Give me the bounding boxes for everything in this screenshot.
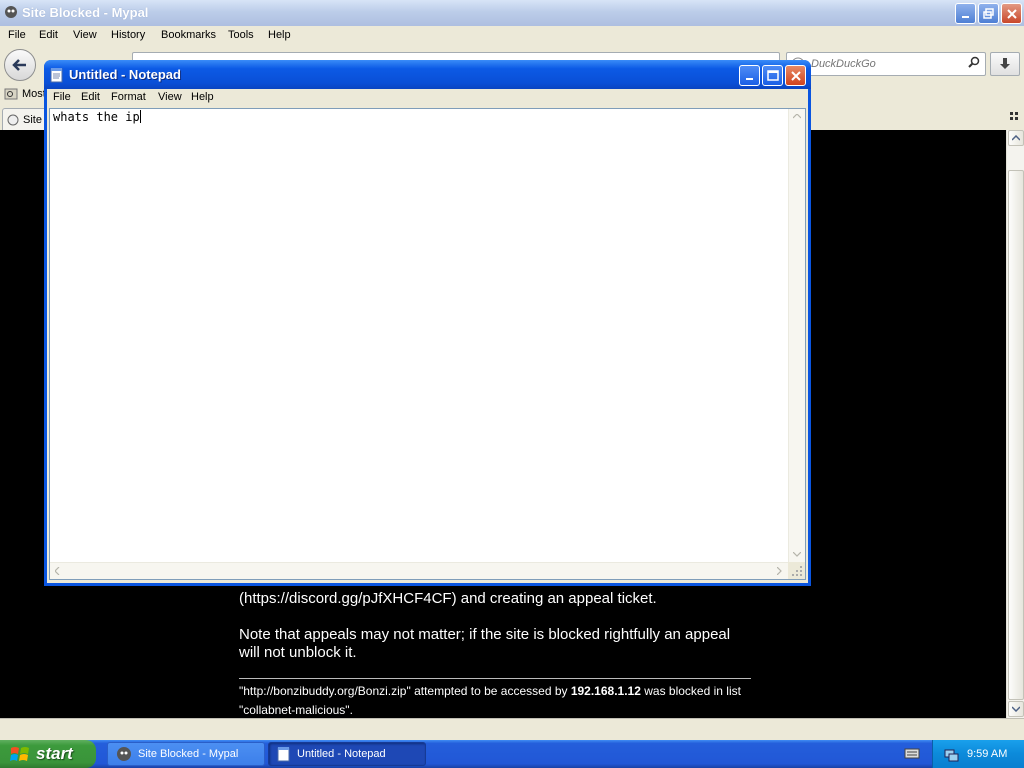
menu-edit[interactable]: Edit <box>39 29 58 41</box>
blocked-ip: 192.168.1.12 <box>570 684 641 698</box>
browser-status-bar <box>0 718 1024 740</box>
page-scrollbar[interactable] <box>1006 130 1024 718</box>
menu-file[interactable]: File <box>8 29 26 41</box>
windows-logo-icon <box>10 747 29 761</box>
np-menu-view[interactable]: View <box>158 91 182 103</box>
notepad-horizontal-scrollbar[interactable] <box>50 562 788 579</box>
tab-list-icon[interactable] <box>1010 112 1020 122</box>
menu-history[interactable]: History <box>111 29 145 41</box>
back-arrow-icon <box>12 59 26 71</box>
menu-view[interactable]: View <box>73 29 97 41</box>
notepad-text-content: whats the ip <box>53 110 140 124</box>
notepad-menu-bar: File Edit Format View Help <box>47 89 808 107</box>
divider <box>239 678 751 679</box>
np-menu-file[interactable]: File <box>53 91 71 103</box>
search-input[interactable] <box>811 56 961 72</box>
chevron-right-icon <box>777 566 782 575</box>
browser-title-bar[interactable]: Site Blocked - Mypal <box>0 0 1024 26</box>
np-scroll-left[interactable] <box>50 563 65 578</box>
mypal-icon <box>5 6 17 18</box>
chevron-down-icon <box>1012 706 1020 712</box>
taskbar-button-notepad[interactable]: Untitled - Notepad <box>268 742 426 766</box>
notepad-title: Untitled - Notepad <box>69 67 181 82</box>
browser-restore-button[interactable] <box>978 3 999 24</box>
globe-icon <box>7 114 19 125</box>
browser-title: Site Blocked - Mypal <box>22 5 149 20</box>
bookmark-folder-icon <box>4 88 18 100</box>
blocked-info: "http://bonzibuddy.org/Bonzi.zip" attemp… <box>239 682 751 718</box>
browser-close-button[interactable] <box>1001 3 1022 24</box>
scroll-up-button[interactable] <box>1008 130 1024 146</box>
np-menu-help[interactable]: Help <box>191 91 214 103</box>
notepad-icon <box>277 747 290 762</box>
notepad-window: Untitled - Notepad File Edit Format View… <box>44 60 811 586</box>
start-label: start <box>36 744 73 763</box>
start-button[interactable]: start <box>0 740 96 768</box>
notepad-title-bar[interactable]: Untitled - Notepad <box>44 60 811 89</box>
minimize-icon <box>961 15 969 18</box>
chevron-up-icon <box>792 114 801 119</box>
appeal-text: (https://discord.gg/pJfXHCF4CF) and crea… <box>239 590 657 607</box>
taskbar-button-label: Untitled - Notepad <box>297 748 386 760</box>
notepad-close-button[interactable] <box>785 65 806 86</box>
resize-grip[interactable] <box>788 562 805 579</box>
menu-help[interactable]: Help <box>268 29 291 41</box>
np-menu-edit[interactable]: Edit <box>81 91 100 103</box>
text-caret <box>139 110 141 123</box>
notepad-maximize-button[interactable] <box>762 65 783 86</box>
chevron-left-icon <box>55 566 60 575</box>
notepad-vertical-scrollbar[interactable] <box>788 109 805 563</box>
restore-icon <box>982 7 994 19</box>
system-tray: 9:59 AM <box>932 740 1024 768</box>
menu-tools[interactable]: Tools <box>228 29 254 41</box>
np-scroll-up[interactable] <box>789 109 804 124</box>
chevron-up-icon <box>1012 135 1020 141</box>
chevron-down-icon <box>792 552 801 557</box>
tab-label: Site <box>23 113 42 126</box>
notepad-minimize-button[interactable] <box>739 65 760 86</box>
np-scroll-down[interactable] <box>789 547 804 562</box>
back-button[interactable] <box>4 49 36 81</box>
search-icon[interactable] <box>967 56 981 70</box>
np-scroll-right[interactable] <box>772 563 787 578</box>
taskbar-button-mypal[interactable]: Site Blocked - Mypal <box>107 742 265 766</box>
close-icon <box>790 70 801 81</box>
downloads-button[interactable] <box>990 52 1020 76</box>
maximize-icon <box>766 69 779 81</box>
search-bar[interactable] <box>786 52 986 76</box>
bookmark-most-visited[interactable]: Most <box>4 87 46 101</box>
menu-bookmarks[interactable]: Bookmarks <box>161 29 216 41</box>
np-menu-format[interactable]: Format <box>111 91 146 103</box>
browser-menu-bar: File Edit View History Bookmarks Tools H… <box>0 26 1024 46</box>
download-icon <box>1000 58 1010 69</box>
clock[interactable]: 9:59 AM <box>967 748 1007 760</box>
close-icon <box>1006 8 1017 19</box>
mypal-icon <box>117 747 131 761</box>
resize-grip-icon <box>792 566 802 576</box>
keyboard-icon[interactable] <box>904 746 920 760</box>
taskbar: start Site Blocked - Mypal Untitled - No… <box>0 740 1024 768</box>
taskbar-button-label: Site Blocked - Mypal <box>138 748 239 760</box>
notepad-icon <box>50 68 63 83</box>
network-icon[interactable] <box>943 746 959 762</box>
bookmark-label: Most <box>22 88 46 100</box>
blocked-prefix: "http://bonzibuddy.org/Bonzi.zip" attemp… <box>239 684 571 698</box>
scroll-down-button[interactable] <box>1008 701 1024 717</box>
notepad-text: whats the ip <box>53 110 141 124</box>
appeal-note: Note that appeals may not matter; if the… <box>239 626 731 661</box>
browser-minimize-button[interactable] <box>955 3 976 24</box>
scroll-thumb[interactable] <box>1008 170 1024 700</box>
notepad-text-area[interactable]: whats the ip <box>49 108 806 580</box>
minimize-icon <box>745 77 753 80</box>
